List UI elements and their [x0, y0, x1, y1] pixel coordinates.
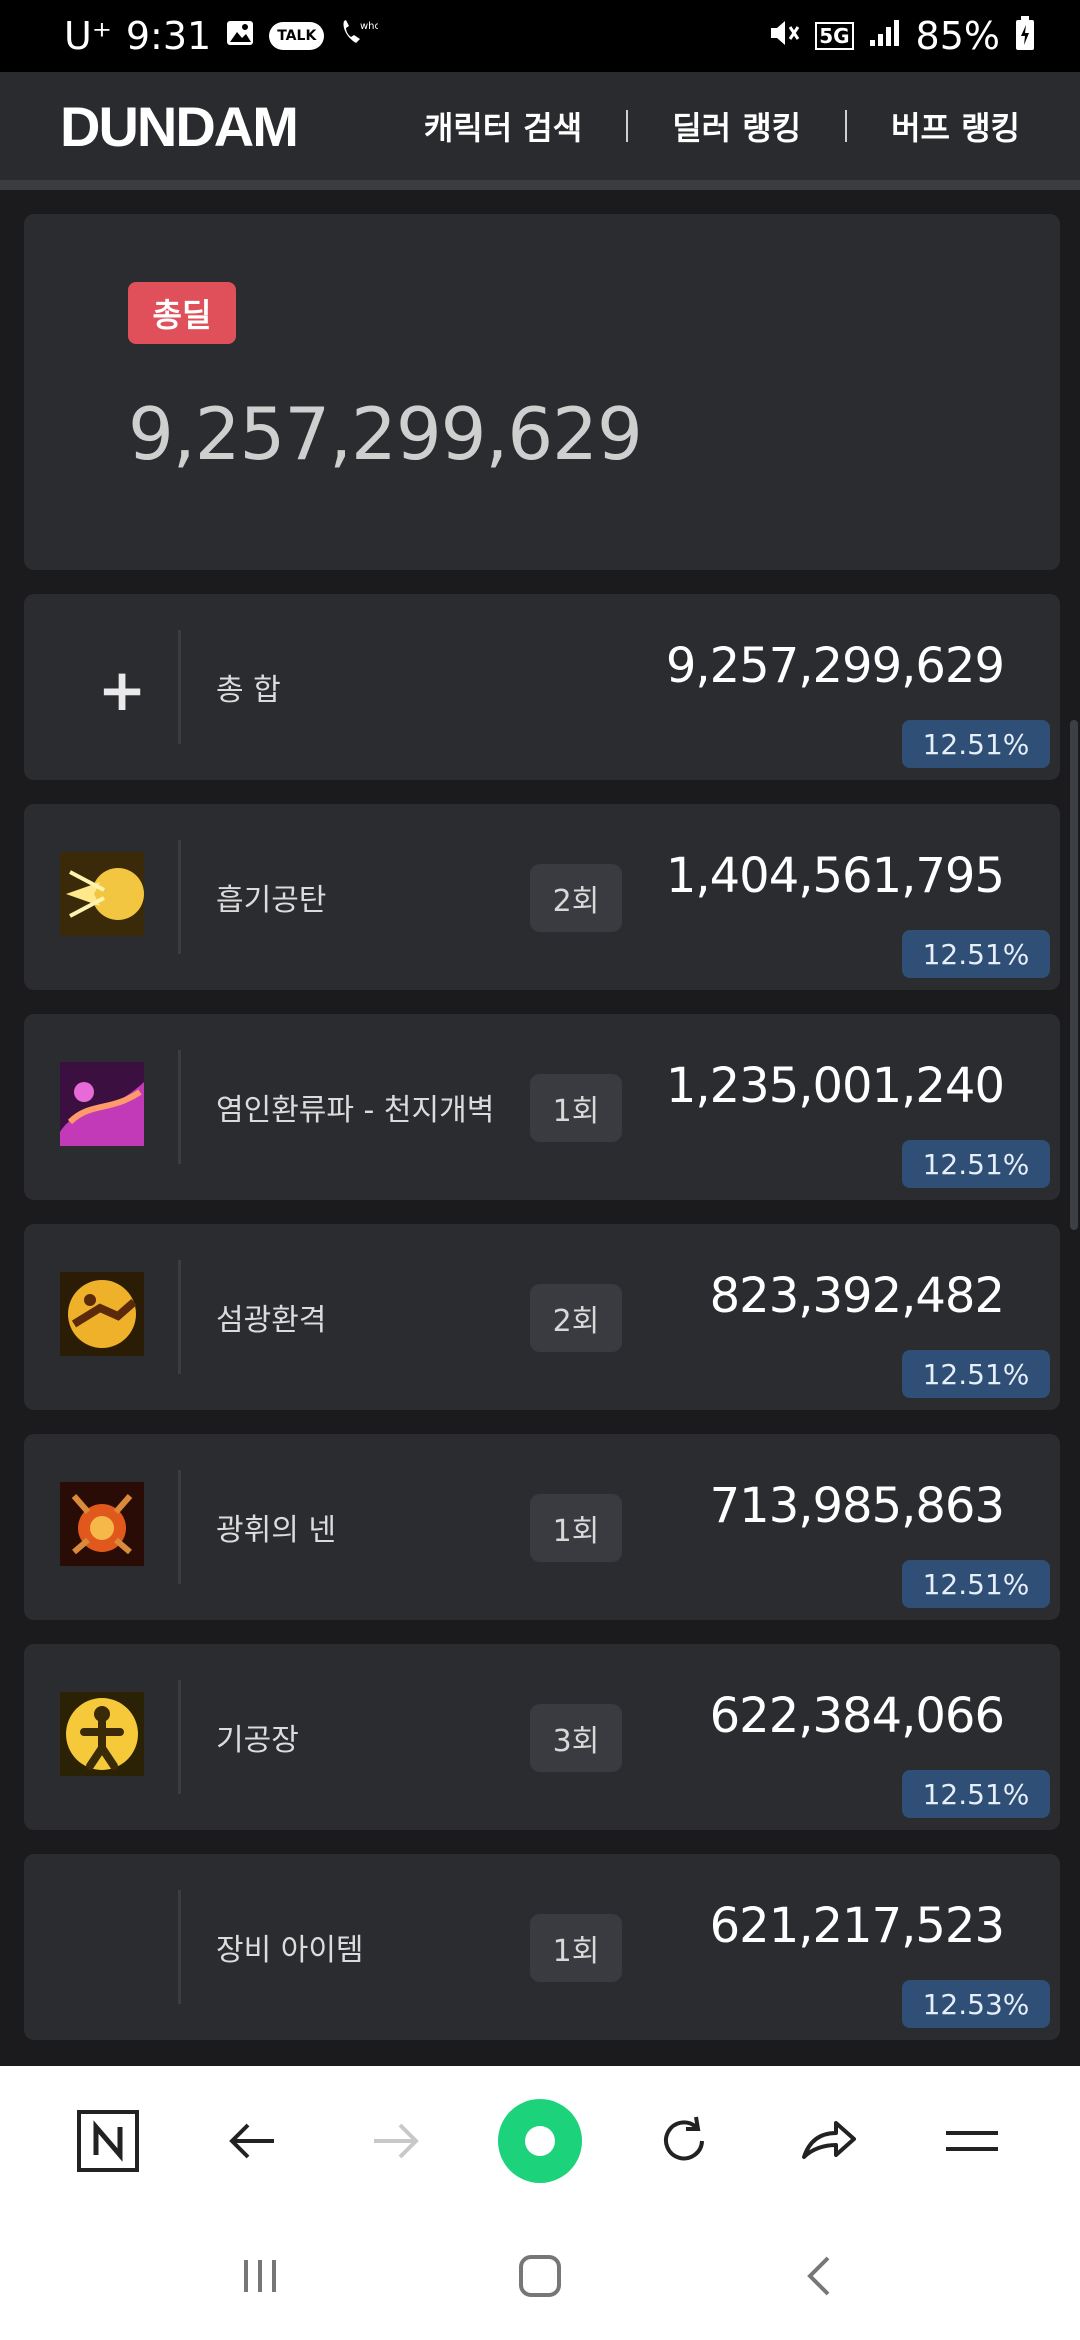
site-header: DUNDAM 캐릭터 검색 딜러 랭킹 버프 랭킹 — [0, 72, 1080, 190]
flame-wave-skill-icon — [60, 1062, 144, 1146]
skill-hit-count: 1회 — [530, 1074, 622, 1142]
browser-home-button[interactable] — [490, 2091, 590, 2191]
skill-percent-badge: 12.51% — [902, 930, 1050, 978]
skill-percent-badge: 12.51% — [902, 1770, 1050, 1818]
battery-percent: 85% — [915, 14, 1000, 58]
svg-text:who: who — [360, 21, 378, 32]
site-logo[interactable]: DUNDAM — [60, 94, 299, 159]
talk-icon: TALK — [269, 22, 325, 50]
skill-percent-badge: 12.51% — [902, 720, 1050, 768]
skill-hit-count: 2회 — [530, 1284, 622, 1352]
browser-toolbar — [0, 2066, 1080, 2216]
skill-row-total: + 총 합 9,257,299,629 12.51% — [24, 594, 1060, 780]
system-back-icon[interactable] — [796, 2252, 844, 2304]
network-type: 5G — [815, 22, 854, 50]
carrier-label: U⁺ — [64, 14, 112, 58]
nav-buffer-ranking[interactable]: 버프 랭킹 — [891, 103, 1020, 149]
recent-apps-icon[interactable] — [236, 2252, 284, 2304]
system-navigation-bar — [0, 2216, 1080, 2340]
skill-name: 흡기공탄 — [216, 883, 327, 918]
skill-damage: 1,404,561,795 — [665, 848, 1005, 904]
refresh-icon[interactable] — [634, 2091, 734, 2191]
plus-icon: + — [97, 656, 147, 724]
flash-strike-skill-icon — [60, 1272, 144, 1356]
skill-damage: 621,217,523 — [709, 1898, 1005, 1954]
nav-character-search[interactable]: 캐릭터 검색 — [424, 103, 582, 149]
skill-row: 장비 아이템 1회 621,217,523 12.53% — [24, 1854, 1060, 2040]
image-icon — [225, 18, 255, 54]
top-nav: 캐릭터 검색 딜러 랭킹 버프 랭킹 — [424, 103, 1020, 149]
skill-row: 염인환류파 - 천지개벽 1회 1,235,001,240 12.51% — [24, 1014, 1060, 1200]
call-icon: who — [338, 17, 381, 55]
skill-percent-badge: 12.51% — [902, 1560, 1050, 1608]
row-divider — [178, 630, 181, 744]
home-icon[interactable] — [515, 2251, 565, 2305]
total-damage-card: 총딜 9,257,299,629 — [24, 214, 1060, 570]
status-bar: U⁺ 9:31 TALK who 5G 85% — [0, 0, 1080, 72]
total-damage-badge: 총딜 — [128, 282, 236, 344]
total-damage-value: 9,257,299,629 — [128, 392, 643, 476]
skill-name: 기공장 — [216, 1723, 299, 1758]
back-arrow-icon[interactable] — [202, 2091, 302, 2191]
energy-burst-skill-icon — [60, 852, 144, 936]
row-divider — [178, 1050, 181, 1164]
naver-n-icon[interactable] — [58, 2091, 158, 2191]
page-scrollbar[interactable] — [1070, 720, 1078, 1230]
skill-damage: 622,384,066 — [709, 1688, 1005, 1744]
row-divider — [178, 1470, 181, 1584]
clock: 9:31 — [125, 14, 212, 58]
skill-percent-badge: 12.51% — [902, 1140, 1050, 1188]
skill-hit-count: 3회 — [530, 1704, 622, 1772]
skill-row: 섬광환격 2회 823,392,482 12.51% — [24, 1224, 1060, 1410]
battery-icon — [1014, 15, 1036, 57]
skill-damage: 1,235,001,240 — [665, 1058, 1005, 1114]
skill-damage: 823,392,482 — [709, 1268, 1005, 1324]
row-divider — [178, 1260, 181, 1374]
nav-divider — [845, 110, 848, 142]
skill-row: 광휘의 넨 1회 713,985,863 12.51% — [24, 1434, 1060, 1620]
skill-hit-count: 2회 — [530, 864, 622, 932]
nav-dealer-ranking[interactable]: 딜러 랭킹 — [672, 103, 801, 149]
mute-icon — [767, 17, 801, 55]
skill-row: 흡기공탄 2회 1,404,561,795 12.51% — [24, 804, 1060, 990]
ki-palm-skill-icon — [60, 1692, 144, 1776]
skill-name: 염인환류파 - 천지개벽 — [216, 1093, 495, 1128]
skill-name: 광휘의 넨 — [216, 1513, 336, 1548]
skill-damage: 713,985,863 — [709, 1478, 1005, 1534]
skill-name: 섬광환격 — [216, 1303, 327, 1338]
radiant-nen-skill-icon — [60, 1482, 144, 1566]
skill-name: 총 합 — [216, 673, 281, 708]
share-icon[interactable] — [778, 2091, 878, 2191]
row-divider — [178, 1890, 181, 2004]
skill-damage: 9,257,299,629 — [665, 638, 1005, 694]
skill-hit-count: 1회 — [530, 1914, 622, 1982]
skill-row: 기공장 3회 622,384,066 12.51% — [24, 1644, 1060, 1830]
skill-name: 장비 아이템 — [216, 1933, 364, 1968]
skill-hit-count: 1회 — [530, 1494, 622, 1562]
signal-icon — [868, 18, 902, 54]
nav-divider — [626, 110, 629, 142]
skill-percent-badge: 12.51% — [902, 1350, 1050, 1398]
row-divider — [178, 1680, 181, 1794]
menu-icon[interactable] — [922, 2091, 1022, 2191]
row-divider — [178, 840, 181, 954]
forward-arrow-icon[interactable] — [346, 2091, 446, 2191]
skill-percent-badge: 12.53% — [902, 1980, 1050, 2028]
green-dot-icon — [498, 2099, 582, 2183]
